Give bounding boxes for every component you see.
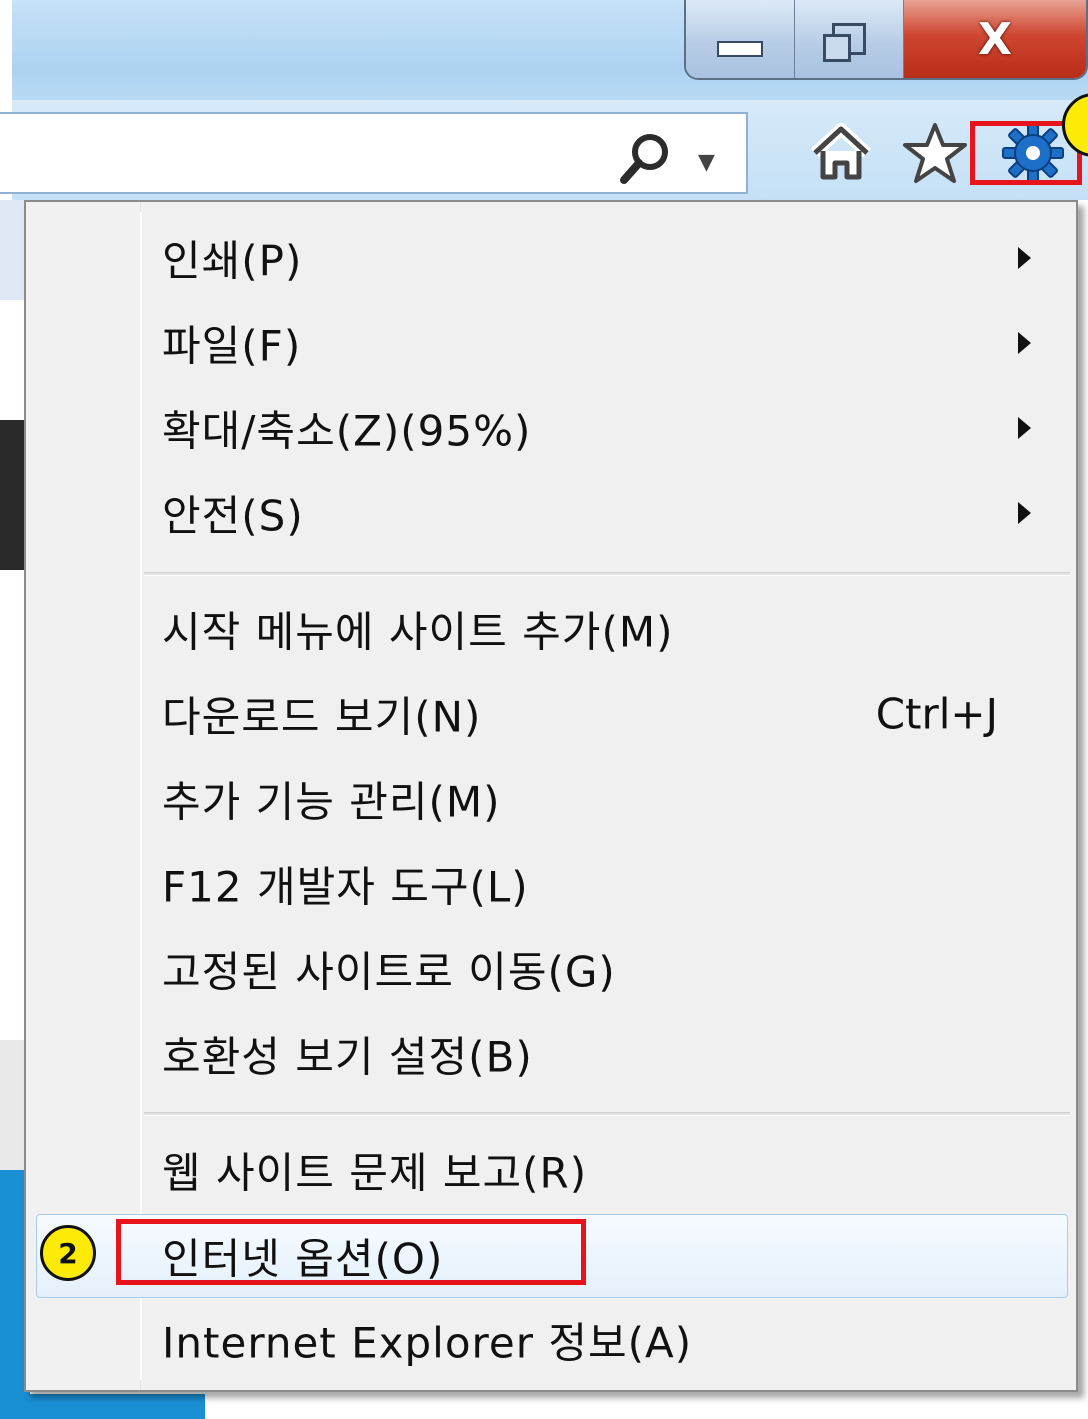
menu-item-label: 고정된 사이트로 이동(G) bbox=[162, 947, 616, 997]
menu-shortcut: Ctrl+J bbox=[875, 689, 998, 739]
minimize-button[interactable] bbox=[686, 0, 795, 78]
menu-item-add-site-to-start[interactable]: 시작 메뉴에 사이트 추가(M) bbox=[26, 587, 1076, 671]
menu-item-label: 인쇄(P) bbox=[162, 236, 303, 286]
menu-item-label: 확대/축소(Z)(95%) bbox=[162, 406, 532, 456]
menu-item-label: 웹 사이트 문제 보고(R) bbox=[162, 1148, 588, 1198]
menu-item-label: 파일(F) bbox=[162, 321, 302, 371]
menu-item-pinned-sites[interactable]: 고정된 사이트로 이동(G) bbox=[26, 927, 1076, 1011]
search-icon[interactable] bbox=[616, 130, 676, 190]
internet-options-highlight-box bbox=[116, 1219, 586, 1285]
star-icon[interactable] bbox=[900, 118, 970, 188]
tools-menu: 인쇄(P) 파일(F) 확대/축소(Z)(95%) 안전(S) 시작 메뉴에 사… bbox=[24, 200, 1078, 1392]
menu-item-view-downloads[interactable]: 다운로드 보기(N) Ctrl+J bbox=[26, 672, 1076, 756]
menu-item-label: 시작 메뉴에 사이트 추가(M) bbox=[162, 607, 674, 657]
menu-item-about-ie[interactable]: Internet Explorer 정보(A) bbox=[26, 1298, 1076, 1382]
step-badge-2: 2 bbox=[40, 1225, 96, 1281]
restore-icon bbox=[823, 23, 866, 62]
menu-item-manage-addons[interactable]: 추가 기능 관리(M) bbox=[26, 757, 1076, 841]
chevron-down-icon[interactable]: ▼ bbox=[698, 150, 715, 175]
window-caption-buttons: X bbox=[684, 0, 1088, 80]
submenu-arrow-icon bbox=[1018, 502, 1031, 524]
menu-item-label: 호환성 보기 설정(B) bbox=[162, 1032, 533, 1082]
menu-item-label: F12 개발자 도구(L) bbox=[162, 862, 529, 912]
page-strip bbox=[30, 1394, 1088, 1419]
menu-item-label: 다운로드 보기(N) bbox=[162, 692, 482, 742]
menu-separator bbox=[144, 572, 1070, 576]
home-icon[interactable] bbox=[806, 118, 876, 188]
menu-item-compatibility-view[interactable]: 호환성 보기 설정(B) bbox=[26, 1012, 1076, 1096]
menu-item-label: 안전(S) bbox=[162, 491, 304, 541]
submenu-arrow-icon bbox=[1018, 417, 1031, 439]
submenu-arrow-icon bbox=[1018, 247, 1031, 269]
submenu-arrow-icon bbox=[1018, 332, 1031, 354]
page-background-right bbox=[1078, 200, 1088, 1419]
menu-item-report-problems[interactable]: 웹 사이트 문제 보고(R) bbox=[26, 1128, 1076, 1212]
menu-item-zoom[interactable]: 확대/축소(Z)(95%) bbox=[26, 386, 1076, 470]
menu-item-safety[interactable]: 안전(S) bbox=[26, 471, 1076, 555]
menu-separator bbox=[144, 1112, 1070, 1116]
step-number: 2 bbox=[58, 1236, 78, 1270]
menu-item-file[interactable]: 파일(F) bbox=[26, 301, 1076, 385]
close-button[interactable]: X bbox=[904, 0, 1086, 78]
restore-button[interactable] bbox=[795, 0, 904, 78]
menu-item-print[interactable]: 인쇄(P) bbox=[26, 216, 1076, 300]
minimize-icon bbox=[717, 41, 763, 57]
menu-item-developer-tools[interactable]: F12 개발자 도구(L) bbox=[26, 842, 1076, 926]
menu-item-label: Internet Explorer 정보(A) bbox=[162, 1318, 693, 1368]
close-icon: X bbox=[978, 13, 1012, 65]
menu-item-label: 추가 기능 관리(M) bbox=[162, 777, 501, 827]
